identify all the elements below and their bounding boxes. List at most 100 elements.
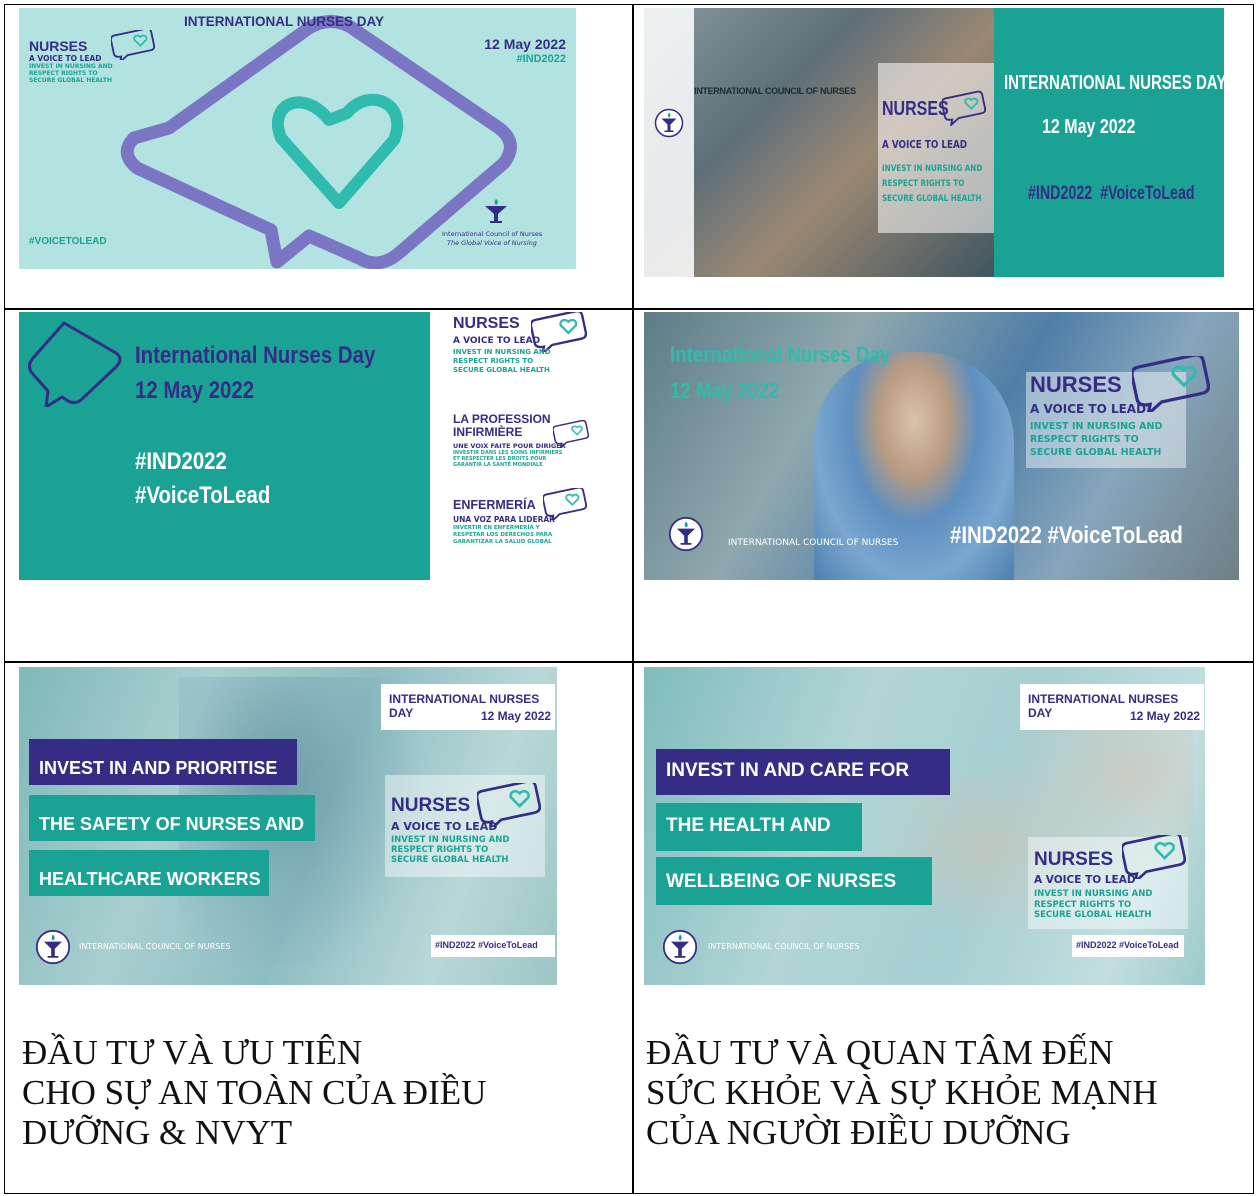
nurses-logo-title: NURSES — [391, 795, 471, 816]
french-logo-subtitle: INVESTIR DANS LES SOINS INFIRMIERS ET RE… — [453, 450, 562, 468]
subtitle-line: RESPECT RIGHTS TO — [1034, 899, 1132, 910]
headline-line-3: WELLBEING OF NURSES — [666, 871, 897, 892]
headline-line-3: HEALTHCARE WORKERS — [39, 869, 261, 889]
banner-title: INTERNATIONAL NURSES DAY — [184, 14, 385, 29]
subtitle-line: RESPECT RIGHTS TO — [1030, 434, 1139, 445]
title-line: INFIRMIÈRE — [453, 425, 523, 439]
subtitle-line: GARANTIR LA SANTÉ MONDIALE — [453, 462, 543, 468]
hashtag-voicetolead: #VOICETOLEAD — [29, 236, 107, 247]
white-strip — [644, 8, 694, 277]
nurses-logo-subtitle: INVEST IN NURSING AND RESPECT RIGHTS TO … — [882, 162, 982, 207]
caption-line: CỦA NGƯỜI ĐIỀU DƯỠNG — [646, 1113, 1071, 1152]
banner-date: 12 May 2022 — [1130, 709, 1201, 723]
icn-name: International Council of Nurses — [442, 230, 543, 238]
icn-label: INTERNATIONAL COUNCIL OF NURSES — [728, 538, 899, 548]
speech-bubble-outline-icon — [27, 321, 122, 407]
subtitle-line: RESPECT RIGHTS TO — [391, 845, 489, 855]
icn-seal-icon — [35, 929, 71, 965]
subtitle-line: SECURE GLOBAL HEALTH — [1030, 447, 1162, 458]
nurses-logo-title: NURSES — [1030, 372, 1122, 397]
icn-seal-icon — [654, 108, 684, 138]
caption-right: ĐẦU TƯ VÀ QUAN TÂM ĐẾN SỨC KHỎE VÀ SỰ KH… — [646, 1033, 1158, 1153]
nurses-logo-voice: A VOICE TO LEAD — [453, 336, 541, 346]
subtitle-line: GARANTIZAR LA SALUD GLOBAL — [453, 539, 552, 545]
subtitle-line: INVEST IN NURSING AND — [29, 63, 113, 70]
french-logo-voice: UNE VOIX FAITE POUR DIRIGER — [453, 442, 566, 450]
column-divider — [632, 5, 634, 1193]
banner-date: 12 May 2022 — [135, 377, 255, 404]
hashtag-ind2022: #IND2022 — [135, 448, 227, 475]
nurses-logo-title: NURSES — [29, 38, 88, 54]
icn-label: INTERNATIONAL COUNCIL OF NURSES — [694, 86, 856, 96]
banner-title: International Nurses Day — [670, 342, 891, 367]
caption-line: SỨC KHỎE VÀ SỰ KHỎE MẠNH — [646, 1073, 1158, 1112]
bubble-heart-icon — [942, 90, 986, 126]
subtitle-line: SECURE GLOBAL HEALTH — [391, 855, 509, 865]
icn-seal-icon — [668, 516, 704, 552]
icn-label: INTERNATIONAL COUNCIL OF NURSES — [79, 942, 231, 951]
subtitle-line: INVEST IN NURSING AND — [1034, 889, 1153, 899]
banner-date: 12 May 2022 — [1042, 116, 1136, 138]
banner-title: INTERNATIONAL NURSES DAY — [1004, 72, 1224, 94]
banner-multilingual: International Nurses Day 12 May 2022 #IN… — [19, 312, 593, 580]
nurses-logo-subtitle: INVEST IN NURSING AND RESPECT RIGHTS TO … — [391, 835, 509, 865]
hashtag-ind2022: #IND2022 — [516, 53, 566, 65]
nurses-logo-title: NURSES — [1034, 849, 1114, 870]
icn-tagline: The Global Voice of Nursing — [447, 239, 537, 247]
banner-date: 12 May 2022 — [481, 709, 552, 723]
nurses-logo-voice: A VOICE TO LEAD — [1030, 402, 1147, 416]
subtitle-line: SECURE GLOBAL HEALTH — [1034, 910, 1152, 920]
banner-date: 12 May 2022 — [484, 36, 566, 52]
photo-nurses-faces — [874, 687, 1194, 977]
banner-health-of-nurses: INTERNATIONAL NURSES DAY 12 May 2022 INV… — [644, 667, 1205, 985]
bubble-heart-icon — [1122, 835, 1186, 879]
subtitle-line: RESPECT RIGHTS TO — [453, 357, 534, 365]
subtitle-line: RESPECT RIGHTS TO — [882, 179, 965, 189]
french-logo-title: LA PROFESSION INFIRMIÈRE — [453, 413, 551, 439]
subtitle-line: INVERTIR EN ENFERMERÍA Y — [453, 525, 540, 531]
subtitle-line: RESPECT RIGHTS TO — [29, 70, 98, 77]
bubble-heart-icon — [531, 312, 587, 352]
headline-line-1: INVEST IN AND PRIORITISE — [39, 758, 278, 778]
nurses-logo-subtitle: INVEST IN NURSING AND RESPECT RIGHTS TO … — [29, 63, 113, 84]
subtitle-line: SECURE GLOBAL HEALTH — [453, 366, 550, 374]
subtitle-line: INVEST IN NURSING AND — [391, 835, 510, 845]
headline-line-2: THE SAFETY OF NURSES AND — [39, 814, 305, 834]
banner-photo-teal-panel: INTERNATIONAL COUNCIL OF NURSES NURSES A… — [644, 8, 1224, 277]
nurses-logo-voice: A VOICE TO LEAD — [391, 820, 498, 833]
icn-seal-icon — [662, 929, 698, 965]
banner-hashtags: #IND2022 #VoiceToLead — [435, 940, 538, 950]
hashtag-voicetolead: #VoiceToLead — [135, 482, 271, 509]
spanish-logo-voice: UNA VOZ PARA LIDERAR — [453, 515, 555, 524]
icn-lamp-icon — [485, 199, 507, 223]
banner-title: International Nurses Day — [135, 342, 376, 369]
nurses-logo-subtitle: INVEST IN NURSING AND RESPECT RIGHTS TO … — [1034, 889, 1152, 921]
nurses-logo-title: NURSES — [882, 98, 949, 120]
banner-safety-of-nurses: INTERNATIONAL NURSES DAY 12 May 2022 INV… — [19, 667, 557, 985]
banner-hashtags: #IND2022 #VoiceToLead — [1076, 940, 1179, 950]
nurses-logo-voice: A VOICE TO LEAD — [1034, 874, 1136, 886]
nurses-logo-voice: A VOICE TO LEAD — [882, 138, 968, 151]
subtitle-line: SECURE GLOBAL HEALTH — [29, 77, 112, 84]
caption-line: ĐẦU TƯ VÀ ƯU TIÊN — [22, 1033, 363, 1072]
caption-line: ĐẦU TƯ VÀ QUAN TÂM ĐẾN — [646, 1033, 1114, 1072]
subtitle-line: RESPETAR LOS DERECHOS PARA — [453, 532, 553, 538]
bubble-heart-icon — [111, 30, 155, 60]
nurses-logo-subtitle: INVEST IN NURSING AND RESPECT RIGHTS TO … — [1030, 420, 1162, 459]
nurses-logo-voice: A VOICE TO LEAD — [29, 54, 102, 63]
banner-hashtags: #IND2022 #VoiceToLead — [1028, 183, 1195, 204]
subtitle-line: INVEST IN NURSING AND — [1030, 421, 1163, 432]
row-divider — [5, 661, 1253, 663]
banner-hashtags: #IND2022 #VoiceToLead — [950, 522, 1183, 549]
caption-line: DƯỠNG & NVYT — [22, 1113, 293, 1152]
banner-voice-to-lead-mint: INTERNATIONAL NURSES DAY NURSES A VOICE … — [19, 8, 576, 269]
nurses-logo-subtitle: INVEST IN NURSING AND RESPECT RIGHTS TO … — [453, 348, 551, 375]
subtitle-line: SECURE GLOBAL HEALTH — [882, 194, 982, 204]
banner-date: 12 May 2022 — [670, 378, 780, 403]
spanish-logo-title: ENFERMERÍA — [453, 498, 536, 512]
headline-line-2: THE HEALTH AND — [666, 815, 831, 836]
headline-line-1: INVEST IN AND CARE FOR — [666, 760, 910, 781]
icn-label: INTERNATIONAL COUNCIL OF NURSES — [708, 942, 860, 951]
subtitle-line: INVEST IN NURSING AND — [453, 348, 551, 356]
spanish-logo-subtitle: INVERTIR EN ENFERMERÍA Y RESPETAR LOS DE… — [453, 525, 552, 546]
